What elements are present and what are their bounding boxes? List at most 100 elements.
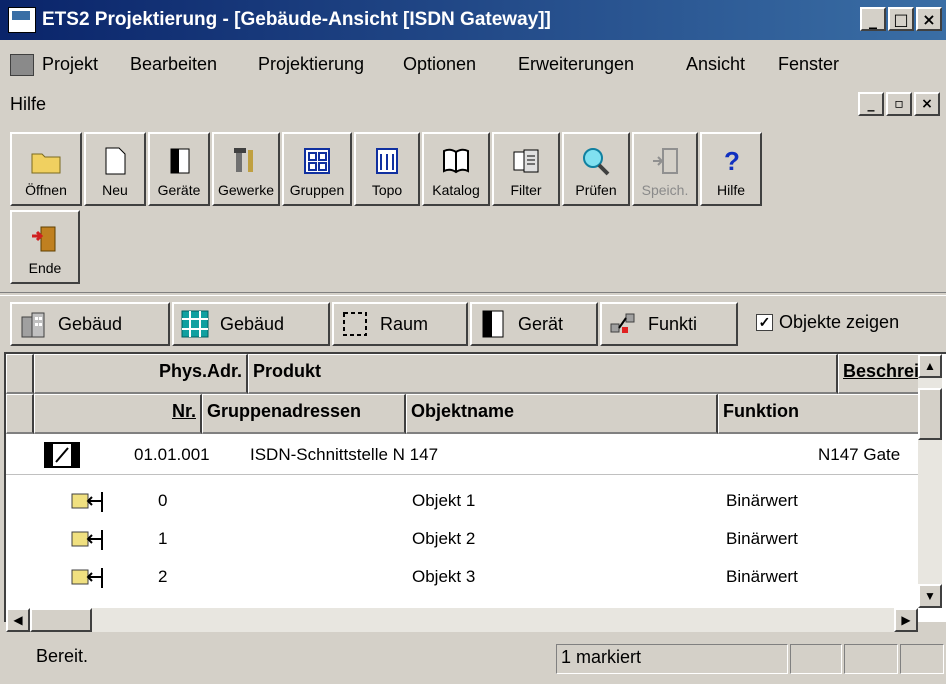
menu-optionen[interactable]: Optionen (403, 54, 476, 75)
object-row[interactable]: 1 Objekt 2 Binärwert (6, 520, 922, 558)
groups-button[interactable]: Gruppen (282, 132, 352, 206)
isdn-device-icon (44, 442, 80, 468)
save-button[interactable]: Speich. (632, 132, 698, 206)
status-selection: 1 markiert (556, 644, 788, 674)
view-building-parts-button[interactable]: Gebäud (172, 302, 330, 346)
object-name: Objekt 1 (412, 491, 476, 510)
grid-header-row1: Phys.Adr. Produkt Beschreil (6, 354, 922, 394)
help-question-icon: ? (715, 146, 747, 176)
status-panel-empty (844, 644, 898, 674)
tools-icon (230, 146, 262, 176)
maximize-button[interactable]: □ (888, 7, 914, 31)
status-panel-empty (790, 644, 842, 674)
header-gruppenadressen[interactable]: Gruppenadressen (202, 394, 406, 434)
grid-header-row2: Nr. Gruppenadressen Objektname Funktion (6, 394, 922, 434)
trades-button[interactable]: Gewerke (212, 132, 280, 206)
app-icon[interactable] (8, 7, 36, 33)
new-button[interactable]: Neu (84, 132, 146, 206)
communication-object-icon (71, 568, 103, 588)
mdi-controls: _ ▫ × (858, 92, 940, 116)
object-name: Objekt 2 (412, 529, 476, 548)
view-building-button[interactable]: Gebäud (10, 302, 170, 346)
mdi-restore-button[interactable]: ▫ (886, 92, 912, 116)
header-funktion[interactable]: Funktion (718, 394, 922, 434)
horizontal-scrollbar[interactable]: ◀ ▶ (6, 608, 918, 632)
status-bar: Bereit. 1 markiert (0, 642, 946, 676)
check-button[interactable]: Prüfen (562, 132, 630, 206)
topology-button[interactable]: Topo (354, 132, 420, 206)
exit-button[interactable]: Ende (10, 210, 80, 284)
device-icon (163, 146, 195, 176)
device-row[interactable]: 01.01.001 ISDN-Schnittstelle N 147 N147 … (6, 436, 922, 475)
menu-fenster[interactable]: Fenster (778, 54, 839, 75)
folder-icon (30, 146, 62, 176)
communication-object-icon (71, 530, 103, 550)
exit-door-icon (29, 224, 61, 254)
object-function: Binärwert (726, 491, 798, 510)
vertical-scroll-thumb[interactable] (918, 388, 942, 440)
checkbox-check-icon[interactable]: ✓ (756, 314, 773, 331)
minimize-button[interactable]: _ (860, 7, 886, 31)
header-objektname[interactable]: Objektname (406, 394, 718, 434)
object-nr: 0 (158, 491, 168, 510)
communication-object-icon (71, 492, 103, 512)
menu-projekt[interactable]: Projekt (42, 54, 98, 75)
open-button[interactable]: Öffnen (10, 132, 82, 206)
new-document-icon (99, 146, 131, 176)
help-button[interactable]: ? Hilfe (700, 132, 762, 206)
menu-projektierung[interactable]: Projektierung (258, 54, 364, 75)
object-nr: 1 (158, 529, 168, 548)
building-icon (21, 312, 45, 338)
scroll-right-icon[interactable]: ▶ (894, 608, 918, 632)
objects-grid: Phys.Adr. Produkt Beschreil Nr. Gruppena… (4, 352, 946, 622)
device-icon (482, 310, 504, 338)
header-nr[interactable]: Nr. (34, 394, 202, 434)
window-controls: _ □ × (860, 7, 942, 31)
close-button[interactable]: × (916, 7, 942, 31)
view-device-button[interactable]: Gerät (470, 302, 598, 346)
mdi-close-button[interactable]: × (914, 92, 940, 116)
scroll-down-icon[interactable]: ▼ (918, 584, 942, 608)
header-beschreibung[interactable]: Beschreil (838, 354, 922, 394)
horizontal-scroll-thumb[interactable] (30, 608, 92, 632)
menu-bearbeiten[interactable]: Bearbeiten (130, 54, 217, 75)
filter-button[interactable]: Filter (492, 132, 560, 206)
function-icon (610, 313, 635, 333)
scroll-left-icon[interactable]: ◀ (6, 608, 30, 632)
view-room-button[interactable]: Raum (332, 302, 468, 346)
scroll-up-icon[interactable]: ▲ (918, 354, 942, 378)
magnifier-icon (580, 146, 612, 176)
topology-icon (371, 146, 403, 176)
header-phys-adr[interactable]: Phys.Adr. (34, 354, 248, 394)
vertical-scrollbar[interactable]: ▲ ▼ (918, 354, 942, 608)
status-text: Bereit. (36, 646, 89, 666)
filter-icon (510, 146, 542, 176)
show-objects-checkbox[interactable]: ✓ Objekte zeigen (756, 312, 899, 333)
title-bar: ETS2 Projektierung - [Gebäude-Ansicht [I… (0, 0, 946, 40)
building-parts-icon (181, 310, 209, 338)
header-produkt[interactable]: Produkt (248, 354, 838, 394)
menu-ansicht[interactable]: Ansicht (686, 54, 745, 75)
document-system-icon[interactable] (10, 54, 34, 76)
menu-hilfe[interactable]: Hilfe (10, 94, 46, 115)
menu-bar: Projekt Bearbeiten Projektierung Optione… (0, 52, 946, 82)
save-icon (649, 146, 681, 176)
menu-erweiterungen[interactable]: Erweiterungen (518, 54, 634, 75)
header-spacer (6, 354, 34, 394)
view-function-button[interactable]: Funkti (600, 302, 738, 346)
object-name: Objekt 3 (412, 567, 476, 586)
window-title: ETS2 Projektierung - [Gebäude-Ansicht [I… (42, 9, 551, 30)
device-product: ISDN-Schnittstelle N 147 (250, 445, 439, 464)
catalog-button[interactable]: Katalog (422, 132, 490, 206)
room-icon (343, 312, 367, 336)
object-row[interactable]: 0 Objekt 1 Binärwert (6, 482, 922, 520)
groups-icon (301, 146, 333, 176)
device-description: N147 Gate (818, 445, 901, 464)
mdi-minimize-button[interactable]: _ (858, 92, 884, 116)
svg-text:?: ? (724, 146, 740, 176)
catalog-book-icon (440, 146, 472, 176)
menu-bar-row2: Hilfe _ ▫ × (0, 92, 946, 122)
devices-button[interactable]: Geräte (148, 132, 210, 206)
object-row[interactable]: 2 Objekt 3 Binärwert (6, 558, 922, 596)
status-panel-empty (900, 644, 944, 674)
